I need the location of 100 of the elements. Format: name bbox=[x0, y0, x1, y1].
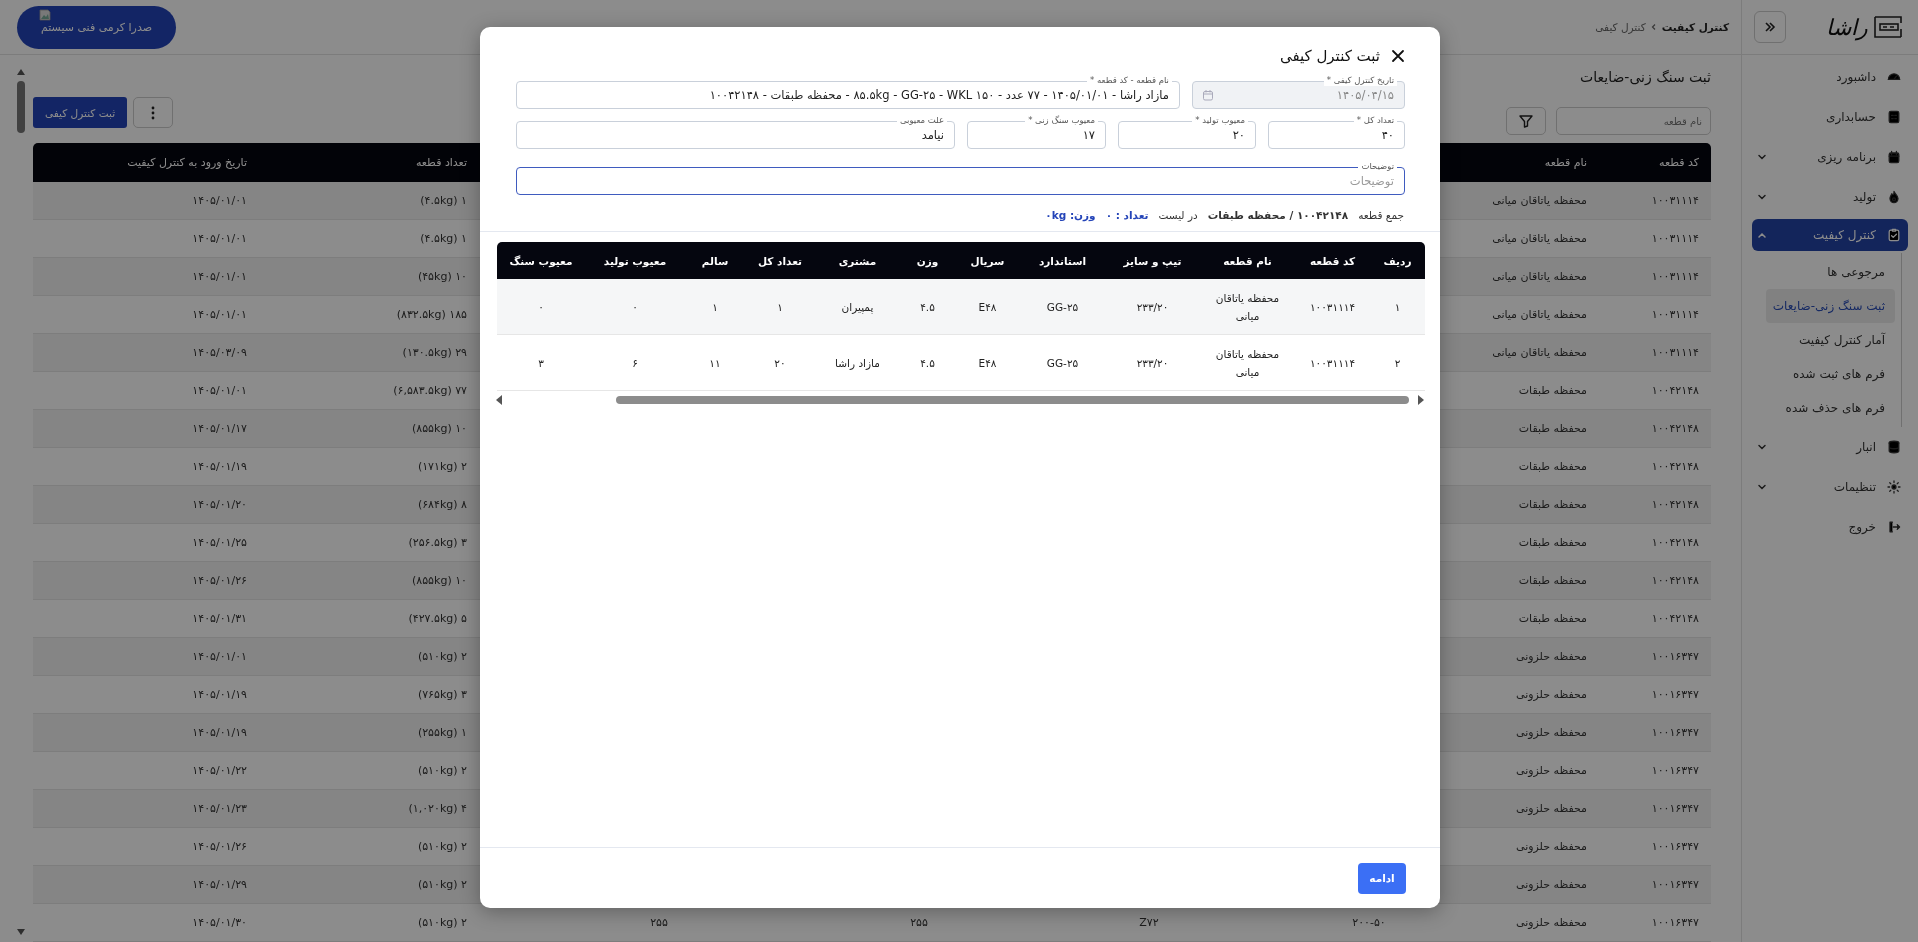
column-header: تعداد کل bbox=[756, 254, 804, 267]
page-title: ثبت سنگ زنی-ضایعات bbox=[1580, 68, 1711, 87]
filter-icon bbox=[1518, 113, 1534, 129]
table-cell-text: ۱۰۰۱۶۳۴۷ bbox=[1650, 840, 1700, 853]
nav-item[interactable]: داشبورد bbox=[1742, 57, 1918, 97]
column-header: معیوب تولید bbox=[602, 254, 668, 267]
table-cell-text: ۱۴۰۵/۰۱/۲۶ bbox=[191, 840, 248, 853]
field-label: معیوب تولید * bbox=[1192, 115, 1248, 126]
dialog-title: ثبت کنترل کیفی bbox=[1279, 47, 1380, 65]
table-cell-text: ۱ (۲۵۵kg) bbox=[416, 726, 468, 739]
nav-item[interactable]: برنامه ریزی bbox=[1742, 137, 1918, 177]
summary-count: تعداد : ۰ bbox=[1105, 209, 1149, 221]
breadcrumb-item: کنترل کیفی bbox=[1595, 21, 1646, 33]
table-cell-text: ۱۰۰۳۱۱۱۴ bbox=[1650, 232, 1700, 245]
table-cell-text: ۶ bbox=[631, 355, 639, 371]
nav-item[interactable]: تولید bbox=[1742, 177, 1918, 217]
table-cell-text: ۱۰۰۱۶۳۴۷ bbox=[1650, 916, 1700, 929]
nav-item[interactable]: کنترل کیفیت bbox=[1752, 219, 1908, 251]
summary-weight: وزن: ۰kg bbox=[1045, 209, 1096, 221]
nav-item[interactable]: خروج bbox=[1742, 507, 1918, 547]
table-cell-text: محفظه یاتاقان میانی bbox=[1491, 346, 1588, 359]
column-header: معیوب سنگ bbox=[508, 254, 574, 267]
table-cell-text: محفظه طبقات bbox=[1517, 384, 1588, 397]
table-cell-text: ۱۰۰۳۱۱۱۴ bbox=[1650, 270, 1700, 283]
table-cell-text: ۸ (۶۸۴kg) bbox=[416, 498, 468, 511]
table-cell-text: ۲۳۳/۲۰ bbox=[1135, 299, 1170, 315]
scrollbar[interactable] bbox=[15, 67, 27, 937]
filter-button[interactable] bbox=[1506, 107, 1546, 135]
table-cell-text: محفظه طبقات bbox=[1517, 498, 1588, 511]
logout-icon bbox=[1886, 519, 1902, 535]
nav-item[interactable]: انبار bbox=[1742, 427, 1918, 467]
table-cell-text: محفظه یاتاقان میانی bbox=[1491, 308, 1588, 321]
table-cell-text: ۱۰ (۸۵۵kg) bbox=[411, 422, 468, 435]
database-icon bbox=[1886, 439, 1902, 455]
nav-item[interactable]: تنظیمات bbox=[1742, 467, 1918, 507]
table-cell-text: ۱۰۰۱۶۳۴۷ bbox=[1650, 688, 1700, 701]
table-cell-text: ۴.۵ bbox=[919, 299, 936, 315]
table-cell-text: ۲ (۵۱۰kg) bbox=[416, 840, 468, 853]
table-cell-text: ۱۰ (۸۵۵kg) bbox=[411, 574, 468, 587]
field-label: معیوب سنگ زنی * bbox=[1025, 115, 1098, 126]
nav-item[interactable]: حسابداری bbox=[1742, 97, 1918, 137]
table-cell-text: ۱ bbox=[1393, 299, 1402, 315]
table-cell-text: ۲ (۵۱۰kg) bbox=[416, 650, 468, 663]
table-cell-text: محفظه یاتاقان میانی bbox=[1214, 290, 1281, 324]
summary-label: در لیست bbox=[1158, 209, 1198, 221]
table-cell-text: پمپیران bbox=[840, 299, 875, 316]
table-cell-text: محفظه یاتاقان میانی bbox=[1491, 270, 1588, 283]
search-field[interactable]: نام قطعه bbox=[1556, 107, 1711, 135]
user-button[interactable]: صدرا کرمی فنی سیستم bbox=[17, 5, 176, 49]
column-header: کد قطعه bbox=[1308, 254, 1357, 267]
table-cell-text: ۱۴۰۵/۰۱/۲۵ bbox=[191, 536, 248, 549]
table-cell-text: ۱۰۰۳۱۱۱۴ bbox=[1650, 346, 1700, 359]
table-cell-text: محفظه حلزونی bbox=[1514, 840, 1588, 853]
table-cell-text: ۲ (۵۱۰kg) bbox=[416, 916, 468, 929]
add-button[interactable]: ثبت کنترل کیفی bbox=[33, 97, 128, 128]
table-cell-text: ۲ (۵۱۰kg) bbox=[416, 764, 468, 777]
table-cell-text: محفظه حلزونی bbox=[1514, 688, 1588, 701]
nav-subitem[interactable]: ثبت سنگ زنی-ضایعات bbox=[1766, 289, 1895, 323]
nav-subitem[interactable]: فرم های حذف شده bbox=[1766, 391, 1901, 425]
table-cell-text: ۳ bbox=[537, 355, 545, 371]
table-cell-text: محفظه یاتاقان میانی bbox=[1491, 194, 1588, 207]
scrollbar-thumb[interactable] bbox=[616, 396, 1409, 404]
table-cell-text: ۱۴۰۵/۰۱/۱۹ bbox=[191, 726, 248, 739]
field-label: علت معیوبی bbox=[897, 115, 947, 126]
table-cell-text: ۱۴۰۵/۰۱/۰۱ bbox=[191, 384, 248, 397]
table-cell-text: محفظه طبقات bbox=[1517, 422, 1588, 435]
collapse-button[interactable] bbox=[1754, 11, 1786, 43]
table-cell-text: ۱۰۰۴۲۱۴۸ bbox=[1650, 498, 1700, 511]
column-header: تاریخ ورود به کنترل کیفیت bbox=[126, 156, 248, 169]
column-header: سریال bbox=[969, 254, 1006, 267]
column-header: ردیف bbox=[1382, 254, 1413, 267]
table-cell-text: ۲۵۵ bbox=[649, 916, 669, 929]
nav-subitem[interactable]: آمار کنترل کیفیت bbox=[1766, 323, 1901, 357]
calendar-icon bbox=[1202, 89, 1214, 101]
table-cell-text: محفظه حلزونی bbox=[1514, 650, 1588, 663]
continue-button[interactable]: ادامه bbox=[1358, 862, 1406, 894]
scroll-right-icon[interactable] bbox=[1417, 395, 1425, 405]
table-cell-text: ۱۰۰۱۶۳۴۷ bbox=[1650, 878, 1700, 891]
table-cell-text: ۱۸۵ (۸۳۲.۵kg) bbox=[395, 308, 468, 321]
table-cell-text: محفظه طبقات bbox=[1517, 460, 1588, 473]
table-cell-text: ۱۰۰۳۱۱۱۴ bbox=[1308, 355, 1357, 371]
table-cell-text: ۱۰۰۳۱۱۱۴ bbox=[1650, 194, 1700, 207]
column-header: کد قطعه bbox=[1658, 156, 1700, 169]
table-cell-text: ۲۵۵ bbox=[909, 916, 929, 929]
table-cell-text: ۱۴۰۵/۰۱/۲۶ bbox=[191, 574, 248, 587]
table-cell-text: ۰ bbox=[631, 299, 639, 315]
table-cell-text: ۱۰۰۴۲۱۴۸ bbox=[1650, 422, 1700, 435]
nav-subitem[interactable]: مرجوعی ها bbox=[1766, 255, 1901, 289]
scroll-left-icon[interactable] bbox=[495, 395, 503, 405]
nav-subitem[interactable]: فرم های ثبت شده bbox=[1766, 357, 1901, 391]
field-label: تعداد کل * bbox=[1353, 115, 1397, 126]
table-cell-text: E۴۸ bbox=[977, 299, 998, 315]
table-cell-text: ۱۴۰۵/۰۱/۰۱ bbox=[191, 270, 248, 283]
kebab-menu-icon bbox=[151, 105, 156, 120]
breadcrumb-item[interactable]: کنترل کیفیت bbox=[1661, 21, 1729, 33]
table-cell-text: محفظه یاتاقان میانی bbox=[1491, 232, 1588, 245]
double-chevron-icon bbox=[1763, 20, 1777, 34]
close-button[interactable] bbox=[1390, 48, 1406, 64]
field-label: نام قطعه - کد قطعه * bbox=[1087, 75, 1172, 86]
column-header: تعداد قطعه bbox=[414, 156, 468, 169]
